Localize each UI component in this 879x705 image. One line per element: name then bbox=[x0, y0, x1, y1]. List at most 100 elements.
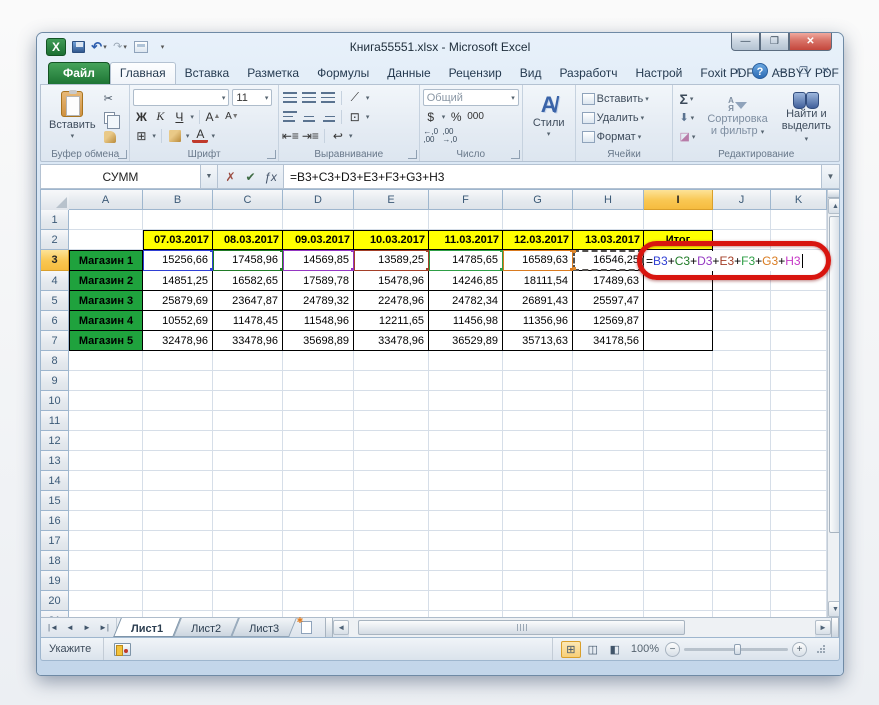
decrease-indent-button[interactable]: ⇤≡ bbox=[282, 127, 299, 144]
decrease-decimal-button[interactable]: ,00 →,0 bbox=[442, 127, 458, 144]
tab-developer[interactable]: Разработч bbox=[550, 63, 626, 84]
insert-worksheet-button[interactable] bbox=[293, 616, 319, 637]
clipboard-dialog-launcher[interactable] bbox=[118, 150, 128, 159]
workbook-close-icon[interactable]: ✕ bbox=[817, 63, 834, 79]
row-header-21[interactable]: 21 bbox=[41, 611, 69, 617]
name-box-dropdown-icon[interactable]: ▼ bbox=[201, 165, 218, 188]
macro-record-icon[interactable] bbox=[114, 642, 132, 656]
zoom-level[interactable]: 100% bbox=[631, 643, 659, 655]
horizontal-scroll-thumb[interactable] bbox=[358, 620, 685, 635]
page-layout-view-button[interactable]: ◫ bbox=[583, 641, 603, 658]
scroll-down-icon[interactable]: ▼ bbox=[828, 601, 839, 617]
tab-data[interactable]: Данные bbox=[378, 63, 439, 84]
row-header-11[interactable]: 11 bbox=[41, 411, 69, 431]
workbook-minimize-icon[interactable]: — bbox=[773, 63, 790, 79]
undo-button[interactable]: ↶ ▾ bbox=[90, 38, 108, 56]
column-header-h[interactable]: H bbox=[573, 190, 644, 210]
column-header-a[interactable]: A bbox=[69, 190, 143, 210]
percent-button[interactable]: % bbox=[448, 108, 464, 125]
name-box[interactable]: СУММ bbox=[41, 165, 201, 188]
scroll-up-icon[interactable]: ▲ bbox=[828, 198, 839, 214]
formula-input[interactable]: =B3+C3+D3+E3+F3+G3+H3 bbox=[284, 165, 821, 188]
save-button[interactable] bbox=[69, 38, 87, 56]
cell-f3[interactable]: 14785,65 bbox=[429, 250, 503, 271]
column-header-g[interactable]: G bbox=[503, 190, 573, 210]
zoom-track[interactable] bbox=[684, 643, 788, 655]
align-bottom-button[interactable] bbox=[320, 89, 336, 106]
align-center-button[interactable] bbox=[301, 108, 317, 125]
row-header-13[interactable]: 13 bbox=[41, 451, 69, 471]
zoom-out-button[interactable]: − bbox=[665, 641, 680, 657]
align-top-button[interactable] bbox=[282, 89, 298, 106]
cell-c2-date[interactable]: 08.03.2017 bbox=[213, 230, 283, 250]
cell-b2-date[interactable]: 07.03.2017 bbox=[143, 230, 213, 250]
select-all-corner[interactable] bbox=[41, 190, 69, 210]
cell-d2-date[interactable]: 09.03.2017 bbox=[283, 230, 354, 250]
row-header-14[interactable]: 14 bbox=[41, 471, 69, 491]
cell-c3[interactable]: 17458,96 bbox=[213, 250, 283, 271]
thousands-button[interactable]: 000 bbox=[467, 108, 484, 125]
merge-center-button[interactable]: ⊡ bbox=[347, 108, 363, 125]
cell-d3[interactable]: 14569,85 bbox=[283, 250, 354, 271]
row-header-1[interactable]: 1 bbox=[41, 210, 69, 230]
prev-sheet-icon[interactable]: ◄ bbox=[62, 620, 78, 635]
expand-formula-bar-icon[interactable]: ▼ bbox=[821, 165, 839, 188]
tab-file[interactable]: Файл bbox=[48, 62, 110, 84]
align-middle-button[interactable] bbox=[301, 89, 317, 106]
redo-button[interactable]: ↷ ▾ bbox=[111, 38, 129, 56]
tab-insert[interactable]: Вставка bbox=[176, 63, 239, 84]
cell-a4-shop[interactable]: Магазин 2 bbox=[69, 271, 143, 291]
row-header-3[interactable]: 3 bbox=[41, 250, 69, 271]
font-color-button[interactable]: А bbox=[192, 127, 209, 143]
sort-filter-button[interactable]: АЯ Сортировка и фильтр ▾ bbox=[702, 88, 772, 148]
resize-grip[interactable] bbox=[817, 645, 825, 653]
scroll-right-icon[interactable]: ► bbox=[815, 620, 831, 635]
number-format-combobox[interactable]: Общий ▾ bbox=[422, 89, 519, 106]
cell[interactable] bbox=[69, 210, 143, 230]
underline-button[interactable]: Ч bbox=[171, 108, 187, 125]
column-header-j[interactable]: J bbox=[713, 190, 771, 210]
row-header-16[interactable]: 16 bbox=[41, 511, 69, 531]
cell-b3[interactable]: 15256,66 bbox=[143, 250, 213, 271]
tab-home[interactable]: Главная bbox=[109, 62, 176, 84]
row-header-9[interactable]: 9 bbox=[41, 371, 69, 391]
cell-a7-shop[interactable]: Магазин 5 bbox=[69, 331, 143, 351]
page-break-view-button[interactable]: ◧ bbox=[605, 641, 625, 658]
bold-button[interactable]: Ж bbox=[133, 108, 149, 125]
paste-button[interactable]: Вставить ▾ bbox=[44, 88, 101, 145]
first-sheet-icon[interactable]: |◄ bbox=[45, 620, 61, 635]
shrink-font-button[interactable]: А ▼ bbox=[224, 108, 240, 125]
next-sheet-icon[interactable]: ► bbox=[79, 620, 95, 635]
zoom-in-button[interactable]: + bbox=[792, 641, 807, 657]
row-header-12[interactable]: 12 bbox=[41, 431, 69, 451]
insert-cells-button[interactable]: Вставить ▾ bbox=[579, 90, 670, 107]
row-header-4[interactable]: 4 bbox=[41, 271, 69, 291]
cell-g2-date[interactable]: 12.03.2017 bbox=[503, 230, 573, 250]
row-header-18[interactable]: 18 bbox=[41, 551, 69, 571]
fill-color-button[interactable] bbox=[167, 127, 183, 144]
cell-a3-shop[interactable]: Магазин 1 bbox=[69, 250, 143, 271]
last-sheet-icon[interactable]: ►| bbox=[96, 620, 112, 635]
cancel-formula-button[interactable]: ✗ bbox=[221, 167, 240, 186]
tab-review[interactable]: Рецензир bbox=[440, 63, 511, 84]
copy-button[interactable]: ▾ bbox=[101, 109, 124, 129]
column-header-f[interactable]: F bbox=[429, 190, 503, 210]
column-header-b[interactable]: B bbox=[143, 190, 213, 210]
font-size-combobox[interactable]: 11 ▾ bbox=[232, 89, 273, 106]
column-header-c[interactable]: C bbox=[213, 190, 283, 210]
column-header-k[interactable]: K bbox=[771, 190, 827, 210]
align-right-button[interactable] bbox=[320, 108, 336, 125]
excel-logo-icon[interactable]: X bbox=[46, 37, 66, 56]
minimize-button[interactable]: — bbox=[731, 33, 760, 51]
help-icon[interactable]: ? bbox=[752, 63, 768, 79]
column-header-d[interactable]: D bbox=[283, 190, 354, 210]
cell-a6-shop[interactable]: Магазин 4 bbox=[69, 311, 143, 331]
column-header-i[interactable]: I bbox=[644, 190, 713, 210]
styles-button[interactable]: А̸ Стили ▾ bbox=[528, 91, 570, 143]
vertical-split-handle[interactable] bbox=[828, 190, 839, 198]
row-header-5[interactable]: 5 bbox=[41, 291, 69, 311]
delete-cells-button[interactable]: Удалить ▾ bbox=[579, 109, 670, 126]
font-dialog-launcher[interactable] bbox=[266, 150, 276, 159]
insert-function-button[interactable]: ƒx bbox=[261, 167, 280, 186]
scroll-left-icon[interactable]: ◄ bbox=[333, 620, 350, 635]
